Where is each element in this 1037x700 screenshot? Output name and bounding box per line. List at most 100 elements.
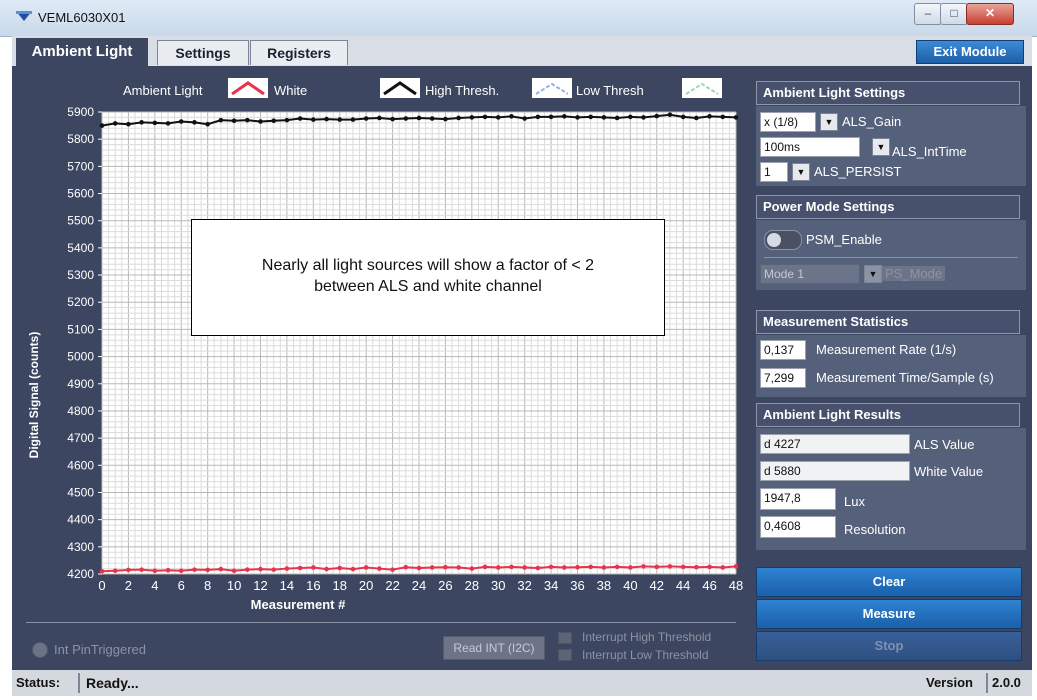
- maximize-icon: □: [950, 6, 958, 20]
- data-point: [218, 117, 224, 123]
- data-point: [231, 118, 237, 123]
- als-inttime-label: ALS_IntTime: [892, 144, 967, 159]
- maximize-button[interactable]: □: [940, 3, 968, 25]
- measurement-time-value: 7,299: [760, 368, 806, 388]
- als-value-field: d 4227: [760, 434, 910, 454]
- measurement-statistics-header: Measurement Statistics: [756, 310, 1020, 334]
- chevron-down-icon[interactable]: ▼: [872, 138, 890, 156]
- int-pin-triggered-label: Int PinTriggered: [54, 642, 147, 657]
- als-gain-label: ALS_Gain: [842, 114, 902, 129]
- legend-low-swatch: [682, 78, 722, 98]
- measurement-rate-label: Measurement Rate (1/s): [816, 342, 957, 357]
- data-point: [707, 564, 712, 570]
- y-tick-label: 5400: [67, 241, 94, 255]
- data-point: [244, 117, 250, 123]
- x-tick-label: 4: [151, 578, 158, 593]
- y-tick-label: 5200: [67, 295, 94, 309]
- toggle-knob: [767, 233, 781, 247]
- als-value-label: ALS Value: [914, 437, 975, 452]
- x-tick-label: 0: [98, 578, 105, 593]
- als-inttime-select[interactable]: 100ms: [760, 137, 860, 157]
- window-title: VEML6030X01: [38, 10, 126, 25]
- data-point: [139, 120, 144, 125]
- data-point: [324, 116, 329, 122]
- chevron-down-icon[interactable]: ▼: [864, 265, 882, 283]
- measure-button[interactable]: Measure: [756, 599, 1022, 629]
- data-point: [509, 114, 514, 119]
- data-point: [192, 120, 197, 125]
- als-gain-select[interactable]: x (1/8): [760, 112, 816, 132]
- data-point: [548, 114, 554, 120]
- data-point: [456, 565, 461, 570]
- data-point: [482, 114, 488, 120]
- ambient-light-results-header: Ambient Light Results: [756, 403, 1020, 427]
- data-point: [112, 568, 118, 574]
- ps-mode-select[interactable]: Mode 1: [760, 264, 860, 284]
- data-point: [720, 565, 726, 570]
- exit-module-button[interactable]: Exit Module: [916, 40, 1024, 64]
- clear-button[interactable]: Clear: [756, 567, 1022, 597]
- chevron-down-icon[interactable]: ▼: [820, 113, 838, 131]
- lux-label: Lux: [844, 494, 865, 509]
- legend-ambient-swatch: [228, 78, 268, 98]
- data-point: [258, 119, 263, 124]
- x-tick-label: 20: [359, 578, 373, 593]
- tab-ambient-light[interactable]: Ambient Light: [16, 38, 148, 67]
- x-tick-label: 14: [280, 578, 294, 593]
- data-point: [628, 114, 633, 120]
- data-point: [694, 564, 699, 570]
- data-point: [588, 564, 594, 570]
- read-int-button[interactable]: Read INT (I2C): [443, 636, 545, 660]
- data-point: [165, 567, 171, 573]
- interrupt-low-indicator: [558, 649, 572, 661]
- tab-registers[interactable]: Registers: [250, 40, 348, 65]
- annotation-line-2: between ALS and white channel: [314, 278, 542, 295]
- resolution-value-field: 0,4608: [760, 516, 836, 538]
- minimize-icon: –: [924, 6, 932, 20]
- data-point: [614, 564, 620, 570]
- data-point: [178, 568, 184, 574]
- version-value: 2.0.0: [986, 673, 1034, 693]
- y-tick-label: 4400: [67, 513, 94, 527]
- data-point: [429, 565, 435, 570]
- data-point: [561, 114, 567, 119]
- data-point: [667, 112, 673, 118]
- psm-enable-label: PSM_Enable: [806, 232, 882, 247]
- chevron-down-icon[interactable]: ▼: [792, 163, 810, 181]
- x-tick-label: 24: [412, 578, 426, 593]
- y-tick-label: 5700: [67, 159, 94, 173]
- close-button[interactable]: ✕: [966, 3, 1014, 25]
- stop-button[interactable]: Stop: [756, 631, 1022, 661]
- legend-white-swatch: [380, 78, 420, 98]
- y-tick-label: 4600: [67, 458, 94, 472]
- chart-plot: 4200430044004500460047004800490050005100…: [67, 105, 743, 593]
- white-value-label: White Value: [914, 464, 984, 479]
- als-persist-select[interactable]: 1: [760, 162, 788, 182]
- data-point: [575, 115, 580, 120]
- data-point: [469, 115, 475, 120]
- x-axis-label-wrap: Measurement #: [12, 597, 752, 612]
- x-tick-label: 12: [253, 578, 267, 593]
- y-tick-label: 4500: [67, 485, 94, 499]
- data-point: [680, 564, 686, 570]
- data-point: [205, 567, 210, 573]
- y-tick-label: 4300: [67, 540, 94, 554]
- tab-settings[interactable]: Settings: [157, 40, 249, 65]
- x-tick-label: 42: [650, 578, 664, 593]
- data-point: [482, 564, 488, 570]
- y-tick-label: 4900: [67, 377, 94, 391]
- x-tick-label: 48: [729, 578, 743, 593]
- interrupt-high-label: Interrupt High Threshold: [582, 630, 712, 644]
- data-point: [667, 564, 673, 569]
- data-point: [694, 115, 699, 121]
- y-tick-label: 5000: [67, 350, 94, 364]
- psm-enable-toggle[interactable]: [764, 230, 802, 250]
- data-point: [218, 566, 224, 572]
- window-titlebar: VEML6030X01 – □ ✕: [0, 0, 1037, 37]
- data-point: [390, 567, 395, 572]
- data-point: [443, 564, 448, 570]
- minimize-button[interactable]: –: [914, 3, 942, 25]
- data-point: [588, 114, 594, 120]
- data-point: [178, 119, 184, 124]
- data-point: [297, 565, 303, 571]
